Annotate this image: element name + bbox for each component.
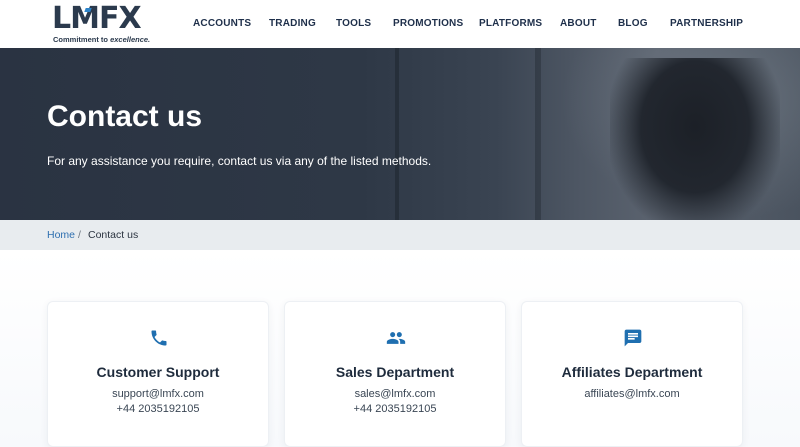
page-title: Contact us: [47, 100, 203, 133]
nav-item-accounts[interactable]: ACCOUNTS: [193, 18, 251, 29]
page-subtitle: For any assistance you require, contact …: [47, 154, 432, 168]
card-phone-link[interactable]: +44 2035192105: [48, 403, 268, 415]
contact-card-sales: Sales Department sales@lmfx.com +44 2035…: [284, 301, 506, 447]
contact-card-affiliates: Affiliates Department affiliates@lmfx.co…: [521, 301, 743, 447]
site-header: LMFX Commitment to excellence. ACCOUNTS …: [0, 0, 800, 48]
card-title: Customer Support: [96, 364, 220, 380]
tagline-emphasis: excellence.: [110, 35, 151, 44]
hero-banner: Contact us For any assistance you requir…: [0, 48, 800, 220]
card-email-link[interactable]: affiliates@lmfx.com: [522, 388, 742, 400]
hero-background-detail: [535, 48, 541, 220]
card-email-link[interactable]: support@lmfx.com: [48, 388, 268, 400]
nav-item-promotions[interactable]: PROMOTIONS: [393, 18, 463, 29]
hero-background-detail: [395, 48, 399, 220]
hero-person-image: [610, 58, 780, 220]
card-phone-link[interactable]: +44 2035192105: [285, 403, 505, 415]
contact-card-customer-support: Customer Support support@lmfx.com +44 20…: [47, 301, 269, 447]
nav-item-platforms[interactable]: PLATFORMS: [479, 18, 542, 29]
breadcrumb: Home / Contact us: [0, 220, 800, 250]
breadcrumb-home-link[interactable]: Home: [47, 229, 75, 241]
breadcrumb-separator: /: [78, 229, 81, 241]
people-icon: [386, 332, 406, 344]
nav-item-blog[interactable]: BLOG: [618, 18, 648, 29]
nav-item-partnership[interactable]: PARTNERSHIP: [670, 18, 743, 29]
logo-tagline: Commitment to excellence.: [53, 35, 150, 44]
card-title: Sales Department: [335, 364, 455, 380]
chat-icon: [624, 329, 642, 347]
card-email-link[interactable]: sales@lmfx.com: [285, 388, 505, 400]
breadcrumb-current: Contact us: [88, 229, 139, 241]
tagline-prefix: Commitment to: [53, 35, 108, 44]
nav-item-trading[interactable]: TRADING: [269, 18, 316, 29]
card-title: Affiliates Department: [561, 364, 703, 380]
logo-wordmark: LMFX: [52, 1, 142, 36]
nav-item-tools[interactable]: TOOLS: [336, 18, 371, 29]
lmfx-logo[interactable]: LMFX Commitment to excellence.: [52, 1, 150, 45]
nav-item-about[interactable]: ABOUT: [560, 18, 597, 29]
phone-icon: [151, 330, 167, 346]
